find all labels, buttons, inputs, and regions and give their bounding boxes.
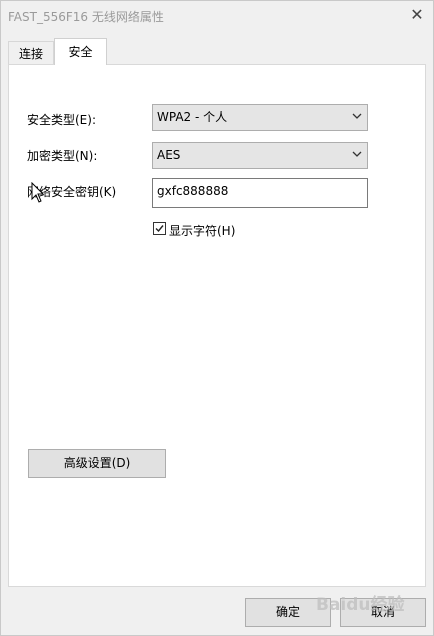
checkmark-icon: [155, 225, 164, 233]
encryption-type-value: AES: [157, 148, 181, 162]
security-type-label: 安全类型(E):: [27, 113, 96, 127]
advanced-settings-button[interactable]: 高级设置(D): [28, 449, 166, 478]
watermark-logo: Baidu经验: [316, 595, 405, 615]
chevron-down-icon: [352, 113, 362, 119]
show-characters-label[interactable]: 显示字符(H): [169, 222, 235, 239]
tab-connection[interactable]: 连接: [8, 41, 54, 65]
close-icon[interactable]: ✕: [407, 5, 427, 25]
show-characters-checkbox[interactable]: [153, 222, 166, 235]
security-type-value: WPA2 - 个人: [157, 110, 228, 124]
chevron-down-icon: [352, 151, 362, 157]
encryption-type-label: 加密类型(N):: [27, 149, 98, 163]
mouse-cursor-icon: [31, 182, 45, 203]
tab-security[interactable]: 安全: [54, 38, 107, 65]
encryption-type-select[interactable]: AES: [152, 142, 368, 169]
window-title: FAST_556F16 无线网络属性: [8, 10, 164, 24]
network-key-input[interactable]: gxfc888888: [152, 178, 368, 208]
security-type-select[interactable]: WPA2 - 个人: [152, 104, 368, 131]
